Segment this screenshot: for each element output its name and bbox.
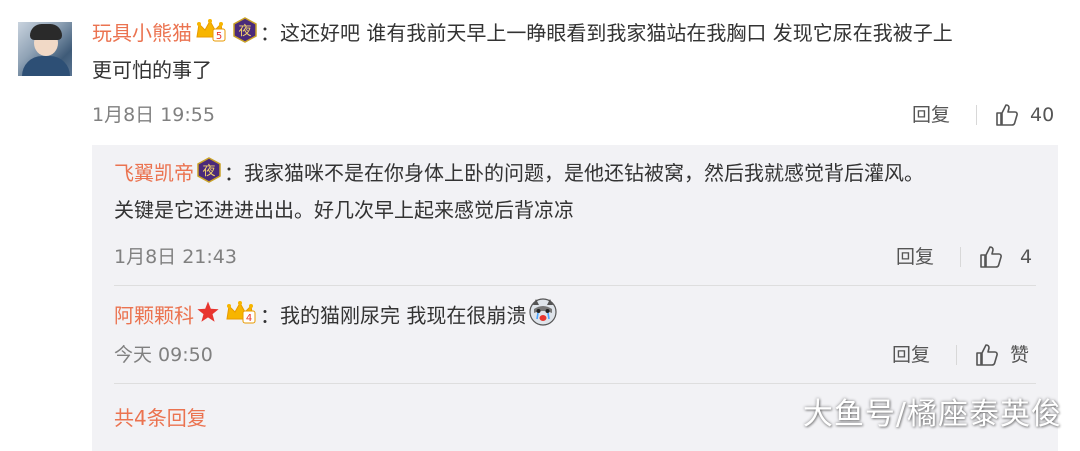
reply-2-meta: 今天 09:50 回复 赞 xyxy=(114,340,1036,370)
reply-1-text-line1: 我家猫咪不是在你身体上卧的问题，是他还钻被窝，然后我就感觉背后灌风。 xyxy=(244,161,924,185)
night-badge-icon[interactable]: 夜 xyxy=(232,16,258,53)
comment-colon: ： xyxy=(260,21,280,45)
vip-crown-icon[interactable]: 5 xyxy=(194,17,228,53)
thumbs-up-icon[interactable] xyxy=(974,342,1000,373)
comment-like-count: 40 xyxy=(1030,104,1055,126)
reply-2-time: 今天 09:50 xyxy=(114,344,213,366)
meta-divider xyxy=(956,345,957,365)
reply-1-night-badge-text: 夜 xyxy=(202,164,215,179)
watermark: 大鱼号/橘座泰英俊 xyxy=(802,397,1062,432)
red-star-icon[interactable] xyxy=(196,300,220,334)
comment-vip-level: 5 xyxy=(216,31,222,42)
comment-text-line2: 更可怕的事了 xyxy=(92,57,212,82)
reply-body-1: 飞翼凯帝夜 ：我家猫咪不是在你身体上卧的问题，是他还钻被窝，然后我就感觉背后灌风。… xyxy=(114,156,1034,227)
reply-2-username[interactable]: 阿颗颗科 xyxy=(114,304,194,328)
avatar-body-shape xyxy=(22,56,70,76)
avatar-hair-shape xyxy=(30,24,62,40)
crying-husky-emoji xyxy=(528,297,558,337)
thumbs-up-icon[interactable] xyxy=(994,102,1020,133)
meta-divider xyxy=(976,105,977,125)
comment-body: 玩具小熊猫 5 夜 ：这还好吧 谁有我前天早上一睁眼看到我家猫站在我胸口 发现它尿在我… xyxy=(92,16,1057,87)
reply-separator xyxy=(114,285,1036,286)
reply-separator xyxy=(114,383,1036,384)
comment-time: 1月8日 19:55 xyxy=(92,104,215,126)
reply-1-meta: 1月8日 21:43 回复 4 xyxy=(114,242,1036,272)
reply-2-vip-level: 4 xyxy=(246,313,252,324)
reply-1-text-line2: 关键是它还进进出出。好几次早上起来感觉后背凉凉 xyxy=(114,197,574,222)
reply-body-2: 阿颗颗科 4 ：我的猫刚尿完 我现在很崩溃 xyxy=(114,297,1034,337)
reply-1-colon: ： xyxy=(224,161,244,185)
comment-night-badge-text: 夜 xyxy=(238,24,251,39)
thumbs-up-icon[interactable] xyxy=(978,244,1004,275)
comment-text-line1: 这还好吧 谁有我前天早上一睁眼看到我家猫站在我胸口 发现它尿在我被子上 xyxy=(280,21,953,45)
reply-2-like-label[interactable]: 赞 xyxy=(1010,340,1029,370)
reply-1-reply-button[interactable]: 回复 xyxy=(896,242,934,272)
reply-1-like-count: 4 xyxy=(1020,246,1033,268)
more-replies-link[interactable]: 共4条回复 xyxy=(114,403,207,433)
comment-reply-button[interactable]: 回复 xyxy=(912,100,950,130)
meta-divider xyxy=(960,247,961,267)
comment-username[interactable]: 玩具小熊猫 xyxy=(92,21,192,45)
reply-2-colon: ： xyxy=(260,303,280,328)
comment-meta: 1月8日 19:55 回复 40 xyxy=(92,100,1058,130)
reply-1-time: 1月8日 21:43 xyxy=(114,246,237,268)
reply-2-text-line1: 我的猫刚尿完 我现在很崩溃 xyxy=(280,303,527,328)
night-badge-icon[interactable]: 夜 xyxy=(196,156,222,193)
reply-1-username[interactable]: 飞翼凯帝 xyxy=(114,161,194,185)
reply-2-reply-button[interactable]: 回复 xyxy=(892,340,930,370)
vip-crown-icon[interactable]: 4 xyxy=(224,299,258,335)
avatar[interactable] xyxy=(18,22,72,76)
